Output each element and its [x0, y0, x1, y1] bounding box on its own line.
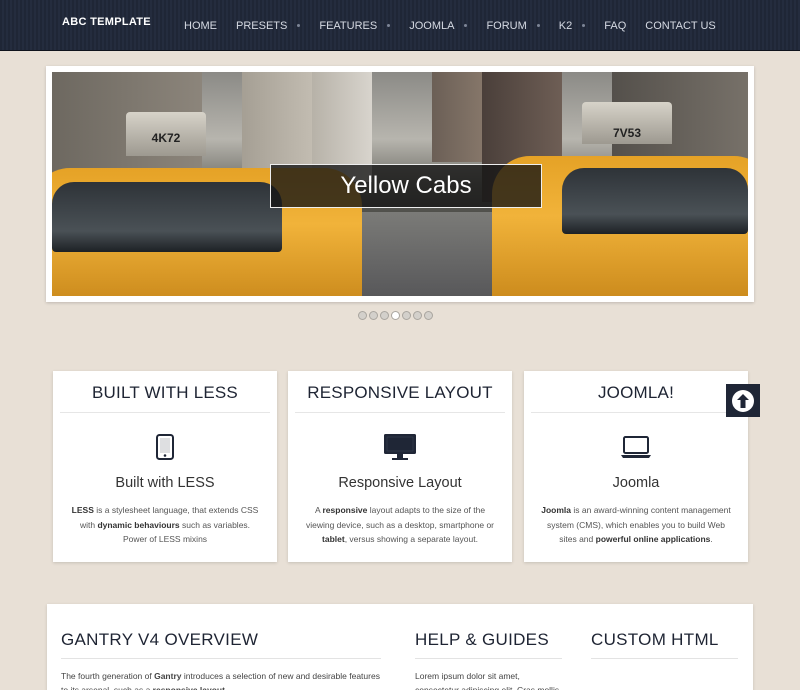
- nav-item-faq[interactable]: FAQ: [604, 20, 626, 32]
- nav-item-joomla[interactable]: JOOMLA: [409, 19, 468, 32]
- slide-image: 4K72 7V53 Yellow Cabs: [52, 72, 748, 296]
- custom-title: CUSTOM HTML: [591, 630, 738, 659]
- nav-item-home[interactable]: HOME: [184, 20, 217, 32]
- slider-pagination: [358, 311, 433, 320]
- tablet-icon: [53, 433, 277, 461]
- feature-box-responsive: RESPONSIVE LAYOUT Responsive Layout A re…: [288, 371, 512, 562]
- bottom-panel: GANTRY V4 OVERVIEW The fourth generation…: [47, 604, 753, 690]
- nav-item-label: FEATURES: [319, 19, 378, 32]
- help-column: HELP & GUIDES Lorem ipsum dolor sit amet…: [415, 630, 562, 690]
- feature-subtitle: Built with LESS: [115, 475, 215, 491]
- nav-item-label: JOOMLA: [409, 19, 455, 32]
- nav-item-forum[interactable]: FORUM: [486, 19, 540, 32]
- nav-item-label: HOME: [184, 19, 217, 32]
- submenu-dot-icon: [464, 24, 468, 27]
- slider-dot[interactable]: [424, 311, 433, 320]
- monitor-icon: [288, 433, 512, 461]
- submenu-dot-icon: [387, 24, 391, 27]
- nav-item-contact-us[interactable]: CONTACT US: [645, 20, 716, 32]
- feature-subtitle: Responsive Layout: [338, 475, 462, 491]
- nav-item-k2[interactable]: K2: [558, 19, 586, 32]
- site-logo[interactable]: ABC TEMPLATE: [62, 16, 151, 28]
- nav-item-presets[interactable]: PRESETS: [236, 19, 301, 32]
- nav-item-label: FORUM: [486, 19, 527, 32]
- help-text: Lorem ipsum dolor sit amet, consectetur …: [415, 671, 560, 690]
- nav-item-label: FAQ: [604, 19, 627, 32]
- feature-description: A responsive layout adapts to the size o…: [305, 505, 495, 544]
- header-bar: ABC TEMPLATE HOME PRESETS FEATURES JOOMLA FO…: [0, 0, 800, 51]
- feature-subtitle: Joomla: [612, 475, 660, 491]
- slide-caption-box: Yellow Cabs: [270, 164, 542, 208]
- slider-dot[interactable]: [391, 311, 400, 320]
- laptop-icon: [524, 433, 748, 461]
- feature-title: BUILT WITH LESS: [60, 383, 270, 413]
- slide-caption: Yellow Cabs: [340, 172, 472, 199]
- submenu-dot-icon: [297, 24, 301, 27]
- feature-box-joomla: JOOMLA! Joomla Joomla is an award-winnin…: [524, 371, 748, 562]
- gantry-text: The fourth generation of Gantry introduc…: [61, 671, 380, 690]
- arrow-up-circle-icon: [732, 389, 754, 412]
- gantry-title: GANTRY V4 OVERVIEW: [61, 630, 381, 659]
- slider-dot[interactable]: [380, 311, 389, 320]
- main-nav: HOME PRESETS FEATURES JOOMLA FORUM K2 FAQ CONTA…: [184, 0, 735, 51]
- help-title: HELP & GUIDES: [415, 630, 562, 659]
- cab-sign-right: 7V53: [582, 102, 672, 144]
- slider-dot[interactable]: [413, 311, 422, 320]
- slider-dot[interactable]: [402, 311, 411, 320]
- slider-dot[interactable]: [358, 311, 367, 320]
- nav-item-features[interactable]: FEATURES: [319, 19, 391, 32]
- feature-box-less: BUILT WITH LESS Built with LESS LESS is …: [53, 371, 277, 562]
- feature-description: Joomla is an award-winning content manag…: [541, 505, 731, 544]
- image-slider: 4K72 7V53 Yellow Cabs: [46, 66, 754, 302]
- feature-description: LESS is a stylesheet language, that exte…: [71, 505, 259, 544]
- submenu-dot-icon: [582, 24, 586, 27]
- cab-sign-left: 4K72: [126, 112, 206, 156]
- nav-item-label: CONTACT US: [645, 19, 716, 32]
- nav-item-label: PRESETS: [236, 19, 288, 32]
- feature-title: JOOMLA!: [531, 383, 741, 413]
- submenu-dot-icon: [536, 24, 540, 27]
- custom-html-column: CUSTOM HTML: [591, 630, 738, 659]
- gantry-column: GANTRY V4 OVERVIEW The fourth generation…: [61, 630, 381, 690]
- slider-dot[interactable]: [369, 311, 378, 320]
- feature-title: RESPONSIVE LAYOUT: [295, 383, 505, 413]
- nav-item-label: K2: [558, 19, 573, 32]
- back-to-top-button[interactable]: [726, 384, 760, 417]
